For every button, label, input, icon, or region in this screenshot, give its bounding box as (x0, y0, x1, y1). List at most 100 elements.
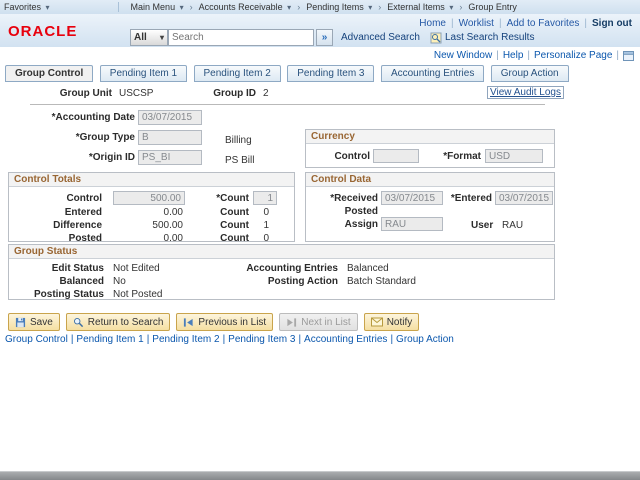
posted-amount: 0.00 (163, 233, 183, 244)
currency-control-label: Control (334, 151, 370, 162)
save-button[interactable]: Save (8, 313, 60, 331)
search-scope-dropdown[interactable]: All ▾ (130, 29, 168, 46)
difference-count: 1 (263, 220, 269, 231)
notify-envelope-icon (370, 317, 383, 327)
currency-format-field[interactable] (485, 149, 543, 163)
user-value: RAU (502, 220, 524, 231)
home-link[interactable]: Home (419, 18, 446, 29)
currency-groupbox: Currency Control *Format (305, 129, 555, 168)
sign-out-link[interactable]: Sign out (592, 18, 632, 29)
nav-separator: | (616, 50, 619, 61)
next-in-list-icon (286, 317, 297, 328)
window-grid-icon[interactable] (623, 50, 634, 61)
return-to-search-button[interactable]: Return to Search (65, 313, 171, 331)
tab-pending-item-3[interactable]: Pending Item 3 (287, 65, 375, 82)
group-unit-value: USCSP (119, 88, 154, 99)
footer-link-group-control[interactable]: Group Control (5, 334, 68, 345)
breadcrumb-separator: › (378, 2, 382, 12)
breadcrumb-favorites[interactable]: Favorites ▾ (0, 2, 54, 12)
last-search-results-link[interactable]: Last Search Results (445, 32, 535, 43)
difference-count-label: Count (220, 220, 249, 231)
group-type-label: *Group Type (75, 132, 135, 143)
breadcrumb-item-group-entry[interactable]: Group Entry (464, 2, 521, 12)
personalize-page-link[interactable]: Personalize Page (534, 50, 612, 61)
control-data-title: Control Data (306, 173, 554, 187)
breadcrumb-separator: › (189, 2, 193, 12)
tab-group-action[interactable]: Group Action (490, 65, 569, 82)
chevron-down-icon: ▾ (45, 3, 50, 12)
help-link[interactable]: Help (503, 50, 524, 61)
posting-status-label: Posting Status (33, 289, 104, 300)
group-type-description: Billing (225, 135, 252, 146)
control-totals-groupbox: Control Totals Control *Count Entered 0.… (8, 172, 295, 244)
difference-label: Difference (53, 220, 102, 231)
origin-id-field[interactable] (138, 150, 202, 165)
return-to-search-label: Return to Search (87, 316, 164, 328)
breadcrumb-item-external-items[interactable]: External Items ▾ (383, 2, 457, 12)
search-go-button[interactable]: » (316, 29, 333, 46)
posted-count: 0 (263, 233, 269, 244)
breadcrumb-item-accounts-receivable[interactable]: Accounts Receivable ▾ (195, 2, 296, 12)
edit-status-label: Edit Status (51, 263, 104, 274)
search-input[interactable] (168, 29, 314, 46)
footer-link-pending-item-2[interactable]: Pending Item 2 (152, 334, 219, 345)
entered-date-field[interactable] (495, 191, 553, 205)
received-label: *Received (330, 193, 378, 204)
currency-control-field[interactable] (373, 149, 419, 163)
tab-pending-item-2[interactable]: Pending Item 2 (193, 65, 281, 82)
app-header: ORACLE Home | Worklist | Add to Favorites | Si… (0, 14, 640, 47)
page-toolbar: Save Return to Search Previous in List N… (8, 313, 420, 331)
footer-link-pending-item-1[interactable]: Pending Item 1 (76, 334, 143, 345)
breadcrumb-main-menu[interactable]: Main Menu ▾ (127, 2, 188, 12)
advanced-search-link[interactable]: Advanced Search (341, 32, 420, 43)
link-separator: | (390, 334, 394, 345)
posted-label: Posted (68, 233, 102, 244)
tab-group-control[interactable]: Group Control (5, 65, 94, 82)
entered-label: Entered (64, 207, 102, 218)
balanced-value: No (113, 276, 126, 287)
chevron-down-icon: ▾ (179, 3, 184, 12)
tab-pending-item-1[interactable]: Pending Item 1 (99, 65, 188, 82)
edit-status-value: Not Edited (113, 263, 160, 274)
group-type-field[interactable] (138, 130, 202, 145)
add-to-favorites-link[interactable]: Add to Favorites (507, 18, 580, 29)
breadcrumb-item-label: External Items (387, 2, 445, 12)
previous-in-list-icon (183, 317, 194, 328)
header-separator-line (30, 104, 545, 105)
page-footer-links: Group Control | Pending Item 1 | Pending Ite… (5, 334, 454, 345)
new-window-link[interactable]: New Window (434, 50, 492, 61)
view-audit-logs-link[interactable]: View Audit Logs (487, 86, 564, 99)
footer-link-accounting-entries[interactable]: Accounting Entries (304, 334, 387, 345)
notify-button[interactable]: Notify (363, 313, 420, 331)
previous-in-list-button[interactable]: Previous in List (176, 313, 274, 331)
chevron-down-icon: ▾ (449, 3, 454, 12)
origin-id-label: *Origin ID (88, 152, 135, 163)
accounting-entries-value: Balanced (347, 263, 389, 274)
breadcrumb-item-pending-items[interactable]: Pending Items ▾ (302, 2, 376, 12)
accounting-date-field[interactable] (138, 110, 202, 125)
breadcrumb-separator: › (459, 2, 463, 12)
assign-field[interactable] (381, 217, 443, 231)
breadcrumb: Favorites ▾ Main Menu ▾ › Accounts Recei… (0, 0, 640, 15)
save-button-label: Save (30, 316, 53, 328)
group-unit-label: Group Unit (59, 88, 112, 99)
page-bar-links: New Window | Help | Personalize Page | (434, 50, 634, 61)
link-separator: | (146, 334, 150, 345)
breadcrumb-item-label: Pending Items (306, 2, 364, 12)
page-tabs: Group Control Pending Item 1 Pending Ite… (5, 63, 571, 82)
currency-format-label: *Format (443, 151, 481, 162)
tab-accounting-entries[interactable]: Accounting Entries (380, 65, 485, 82)
control-count-field[interactable] (253, 191, 277, 205)
accounting-date-label: *Accounting Date (51, 112, 135, 123)
worklist-link[interactable]: Worklist (459, 18, 494, 29)
footer-link-pending-item-3[interactable]: Pending Item 3 (228, 334, 295, 345)
control-amount-field[interactable] (113, 191, 185, 205)
footer-link-group-action[interactable]: Group Action (396, 334, 454, 345)
received-field[interactable] (381, 191, 443, 205)
oracle-logo: ORACLE (8, 23, 78, 40)
next-in-list-button[interactable]: Next in List (279, 313, 358, 331)
search-scope-label: All (134, 32, 147, 43)
next-in-list-label: Next in List (301, 316, 351, 328)
balanced-label: Balanced (59, 276, 104, 287)
group-status-title: Group Status (9, 245, 554, 259)
